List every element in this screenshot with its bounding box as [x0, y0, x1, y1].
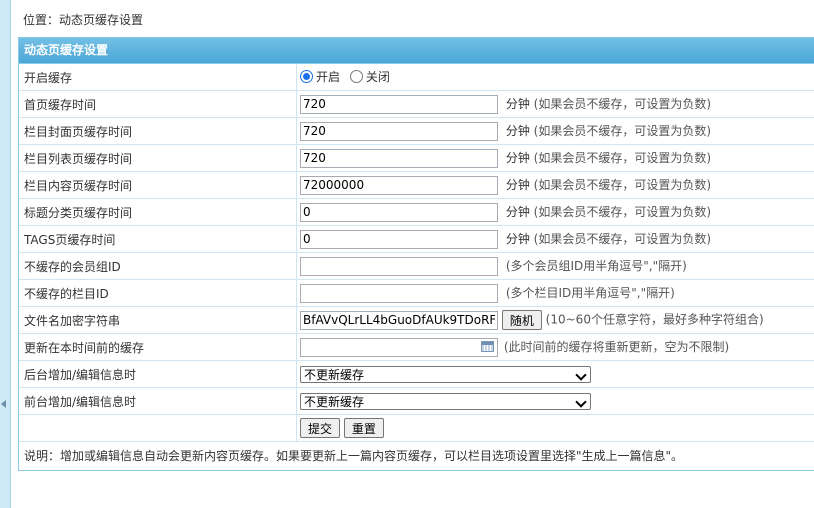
no-cache-group-input[interactable]	[300, 256, 498, 276]
form-row-class-cover-time: 栏目封面页缓存时间 分钟 (如果会员不缓存，可设置为负数)	[19, 117, 814, 145]
unit-label: 分钟	[505, 231, 530, 246]
title-type-time-label: 标题分类页缓存时间	[19, 198, 297, 226]
hint-text: (10~60个任意字符，最好多种字符组合)	[545, 312, 764, 327]
front-add-selected-value: 不更新缓存	[304, 394, 365, 409]
index-time-label: 首页缓存时间	[19, 90, 297, 118]
hint-text: (如果会员不缓存，可设置为负数)	[533, 150, 712, 165]
no-cache-class-input[interactable]	[300, 283, 498, 303]
form-row-front-add: 前台增加/编辑信息时 不更新缓存	[19, 387, 814, 415]
update-before-input[interactable]	[300, 337, 498, 357]
hint-text: (如果会员不缓存，可设置为负数)	[533, 204, 712, 219]
unit-label: 分钟	[505, 150, 530, 165]
filename-key-input[interactable]	[300, 310, 498, 330]
hint-text: (如果会员不缓存，可设置为负数)	[533, 231, 712, 246]
tags-time-input[interactable]	[300, 229, 498, 249]
filename-key-label: 文件名加密字符串	[19, 306, 297, 334]
no-cache-class-label: 不缓存的栏目ID	[19, 279, 297, 307]
breadcrumb: 位置：动态页缓存设置	[23, 13, 144, 27]
enable-cache-label: 开启缓存	[19, 64, 297, 91]
update-before-label: 更新在本时间前的缓存	[19, 333, 297, 361]
enable-cache-off-radio[interactable]: 关闭	[349, 68, 390, 85]
form-row-no-cache-class: 不缓存的栏目ID (多个栏目ID用半角逗号","隔开)	[19, 279, 814, 307]
note-text: 说明：增加或编辑信息自动会更新内容页缓存。如果要更新上一篇内容页缓存，可以栏目选…	[24, 449, 684, 463]
hint-text: (如果会员不缓存，可设置为负数)	[533, 177, 712, 192]
enable-cache-off-label: 关闭	[365, 70, 390, 84]
form-row-title-type-time: 标题分类页缓存时间 分钟 (如果会员不缓存，可设置为负数)	[19, 198, 814, 226]
content-time-label: 栏目内容页缓存时间	[19, 171, 297, 199]
class-cover-time-label: 栏目封面页缓存时间	[19, 117, 297, 145]
no-cache-group-label: 不缓存的会员组ID	[19, 252, 297, 280]
random-key-button[interactable]: 随机	[501, 310, 542, 330]
left-collapse-rail[interactable]	[0, 0, 11, 508]
class-list-time-input[interactable]	[300, 148, 498, 168]
admin-add-select[interactable]: 不更新缓存	[300, 365, 591, 383]
admin-add-selected-value: 不更新缓存	[304, 367, 365, 382]
update-before-date-field[interactable]	[300, 337, 498, 357]
hint-text: (如果会员不缓存，可设置为负数)	[533, 96, 712, 111]
calendar-icon[interactable]	[481, 340, 494, 352]
form-row-filename-key: 文件名加密字符串 随机 (10~60个任意字符，最好多种字符组合)	[19, 306, 814, 334]
unit-label: 分钟	[505, 177, 530, 192]
content-time-input[interactable]	[300, 175, 498, 195]
settings-panel: 动态页缓存设置 开启缓存 开启 关闭 首页缓存时间 分钟 (如果会员不缓存，可设…	[18, 37, 814, 471]
enable-cache-on-radio[interactable]: 开启	[300, 68, 340, 85]
tags-time-label: TAGS页缓存时间	[19, 225, 297, 253]
form-row-class-list-time: 栏目列表页缓存时间 分钟 (如果会员不缓存，可设置为负数)	[19, 144, 814, 172]
form-row-content-time: 栏目内容页缓存时间 分钟 (如果会员不缓存，可设置为负数)	[19, 171, 814, 199]
panel-title: 动态页缓存设置	[19, 38, 814, 64]
class-list-time-label: 栏目列表页缓存时间	[19, 144, 297, 172]
form-row-index-time: 首页缓存时间 分钟 (如果会员不缓存，可设置为负数)	[19, 90, 814, 118]
unit-label: 分钟	[505, 204, 530, 219]
title-type-time-input[interactable]	[300, 202, 498, 222]
front-add-label: 前台增加/编辑信息时	[19, 387, 297, 415]
unit-label: 分钟	[505, 96, 530, 111]
form-row-actions: 提交 重置	[19, 414, 814, 442]
hint-text: (如果会员不缓存，可设置为负数)	[533, 123, 712, 138]
enable-cache-on-label: 开启	[316, 70, 341, 84]
hint-text: (多个栏目ID用半角逗号","隔开)	[505, 285, 675, 300]
radio-unchecked-icon[interactable]	[349, 70, 363, 83]
settings-form: 开启缓存 开启 关闭 首页缓存时间 分钟 (如果会员不缓存，可设置为负数)	[19, 64, 814, 442]
chevron-down-icon	[575, 368, 587, 381]
form-row-no-cache-group: 不缓存的会员组ID (多个会员组ID用半角逗号","隔开)	[19, 252, 814, 280]
front-add-select[interactable]: 不更新缓存	[300, 392, 591, 410]
class-cover-time-input[interactable]	[300, 121, 498, 141]
unit-label: 分钟	[505, 123, 530, 138]
reset-button[interactable]: 重置	[343, 418, 384, 438]
hint-text: (此时间前的缓存将重新更新，空为不限制)	[503, 339, 730, 354]
form-row-update-before: 更新在本时间前的缓存 (此时间前的缓存将重新更新，空为不限制)	[19, 333, 814, 361]
form-row-tags-time: TAGS页缓存时间 分钟 (如果会员不缓存，可设置为负数)	[19, 225, 814, 253]
admin-add-label: 后台增加/编辑信息时	[19, 360, 297, 388]
chevron-down-icon	[575, 395, 587, 408]
form-row-enable-cache: 开启缓存 开启 关闭	[19, 64, 814, 91]
index-time-input[interactable]	[300, 94, 498, 114]
radio-checked-icon[interactable]	[300, 70, 313, 83]
form-row-admin-add: 后台增加/编辑信息时 不更新缓存	[19, 360, 814, 388]
collapse-left-icon[interactable]	[1, 400, 6, 408]
hint-text: (多个会员组ID用半角逗号","隔开)	[505, 258, 687, 273]
submit-button[interactable]: 提交	[300, 418, 341, 438]
